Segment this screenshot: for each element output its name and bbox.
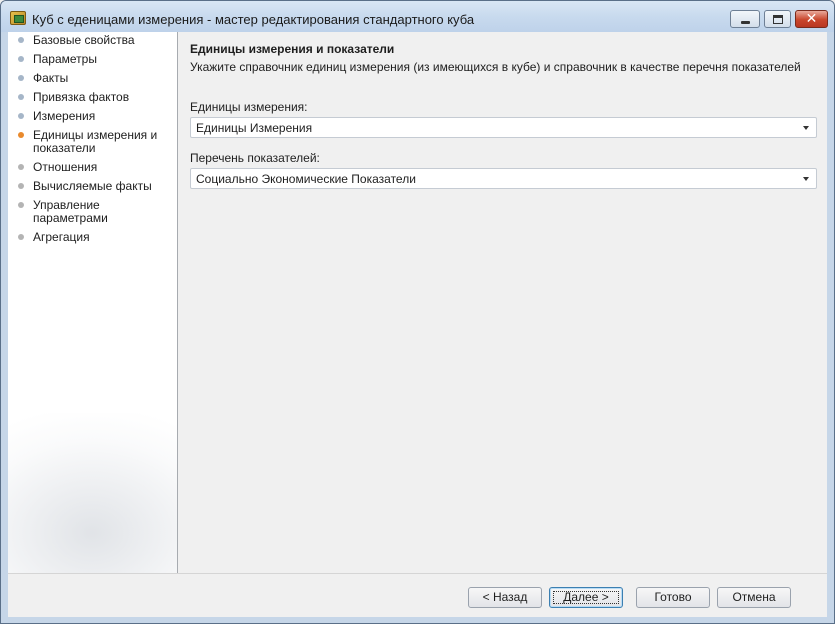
window-title: Куб с еденицами измерения - мастер редак…: [32, 12, 475, 27]
sidebar-step[interactable]: Базовые свойства: [8, 33, 177, 47]
chevron-down-icon[interactable]: [803, 177, 809, 181]
next-button[interactable]: Далее >: [549, 587, 623, 608]
step-label: Агрегация: [33, 230, 90, 244]
step-label: Факты: [33, 71, 69, 85]
step-bullet-icon: [18, 183, 24, 189]
page-description: Укажите справочник единиц измерения (из …: [190, 60, 801, 74]
chevron-down-icon[interactable]: [803, 126, 809, 130]
indicators-combobox-value: Социально Экономические Показатели: [196, 172, 416, 186]
step-label: Управление параметрами: [33, 198, 108, 225]
step-bullet-icon: [18, 37, 24, 43]
wizard-page: Единицы измерения и показатели Укажите с…: [179, 32, 827, 573]
minimize-button[interactable]: [730, 10, 760, 28]
steps-list: Базовые свойства Параметры Факты Привязка ф…: [8, 33, 177, 250]
back-button[interactable]: < Назад: [468, 587, 542, 608]
sidebar-step[interactable]: Факты: [8, 71, 177, 85]
sidebar-step[interactable]: Вычисляемые факты: [8, 179, 177, 193]
sidebar-step[interactable]: Единицы измерения и показатели: [8, 128, 177, 155]
minimize-icon: [741, 21, 750, 24]
step-label: Единицы измерения и показатели: [33, 128, 158, 155]
sidebar-step[interactable]: Агрегация: [8, 230, 177, 244]
cancel-button[interactable]: Отмена: [717, 587, 791, 608]
close-icon: ✕: [805, 10, 818, 26]
sidebar-step[interactable]: Управление параметрами: [8, 198, 177, 225]
units-combobox-value: Единицы Измерения: [196, 121, 313, 135]
sidebar-step[interactable]: Измерения: [8, 109, 177, 123]
page-title: Единицы измерения и показатели: [190, 42, 395, 56]
sidebar-step[interactable]: Привязка фактов: [8, 90, 177, 104]
step-bullet-icon: [18, 113, 24, 119]
step-label: Параметры: [33, 52, 97, 66]
maximize-icon: [773, 15, 783, 24]
step-label: Базовые свойства: [33, 33, 135, 47]
indicators-label: Перечень показателей:: [190, 151, 320, 165]
finish-button[interactable]: Готово: [636, 587, 710, 608]
sidebar-watermark: [8, 413, 177, 573]
step-bullet-icon: [18, 56, 24, 62]
step-bullet-icon: [18, 234, 24, 240]
step-bullet-icon: [18, 164, 24, 170]
units-label: Единицы измерения:: [190, 100, 308, 114]
step-bullet-icon: [18, 132, 24, 138]
step-label: Привязка фактов: [33, 90, 130, 104]
focus-rectangle: [553, 591, 619, 604]
step-bullet-icon: [18, 94, 24, 100]
sidebar-step[interactable]: Параметры: [8, 52, 177, 66]
step-bullet-icon: [18, 202, 24, 208]
sidebar-step[interactable]: Отношения: [8, 160, 177, 174]
step-label: Вычисляемые факты: [33, 179, 152, 193]
wizard-window: Куб с еденицами измерения - мастер редак…: [0, 0, 835, 624]
title-bar[interactable]: Куб с еденицами измерения - мастер редак…: [1, 1, 834, 32]
cube-app-icon: [10, 11, 26, 25]
indicators-combobox[interactable]: Социально Экономические Показатели: [190, 168, 817, 189]
wizard-footer: < Назад Далее > Готово Отмена: [8, 573, 827, 617]
wizard-steps-sidebar: Базовые свойства Параметры Факты Привязка ф…: [8, 32, 178, 573]
units-combobox[interactable]: Единицы Измерения: [190, 117, 817, 138]
wizard-client-area: Базовые свойства Параметры Факты Привязка ф…: [8, 32, 827, 617]
step-label: Отношения: [33, 160, 98, 174]
step-bullet-icon: [18, 75, 24, 81]
close-button[interactable]: ✕: [795, 10, 828, 28]
maximize-button[interactable]: [764, 10, 791, 28]
step-label: Измерения: [33, 109, 96, 123]
